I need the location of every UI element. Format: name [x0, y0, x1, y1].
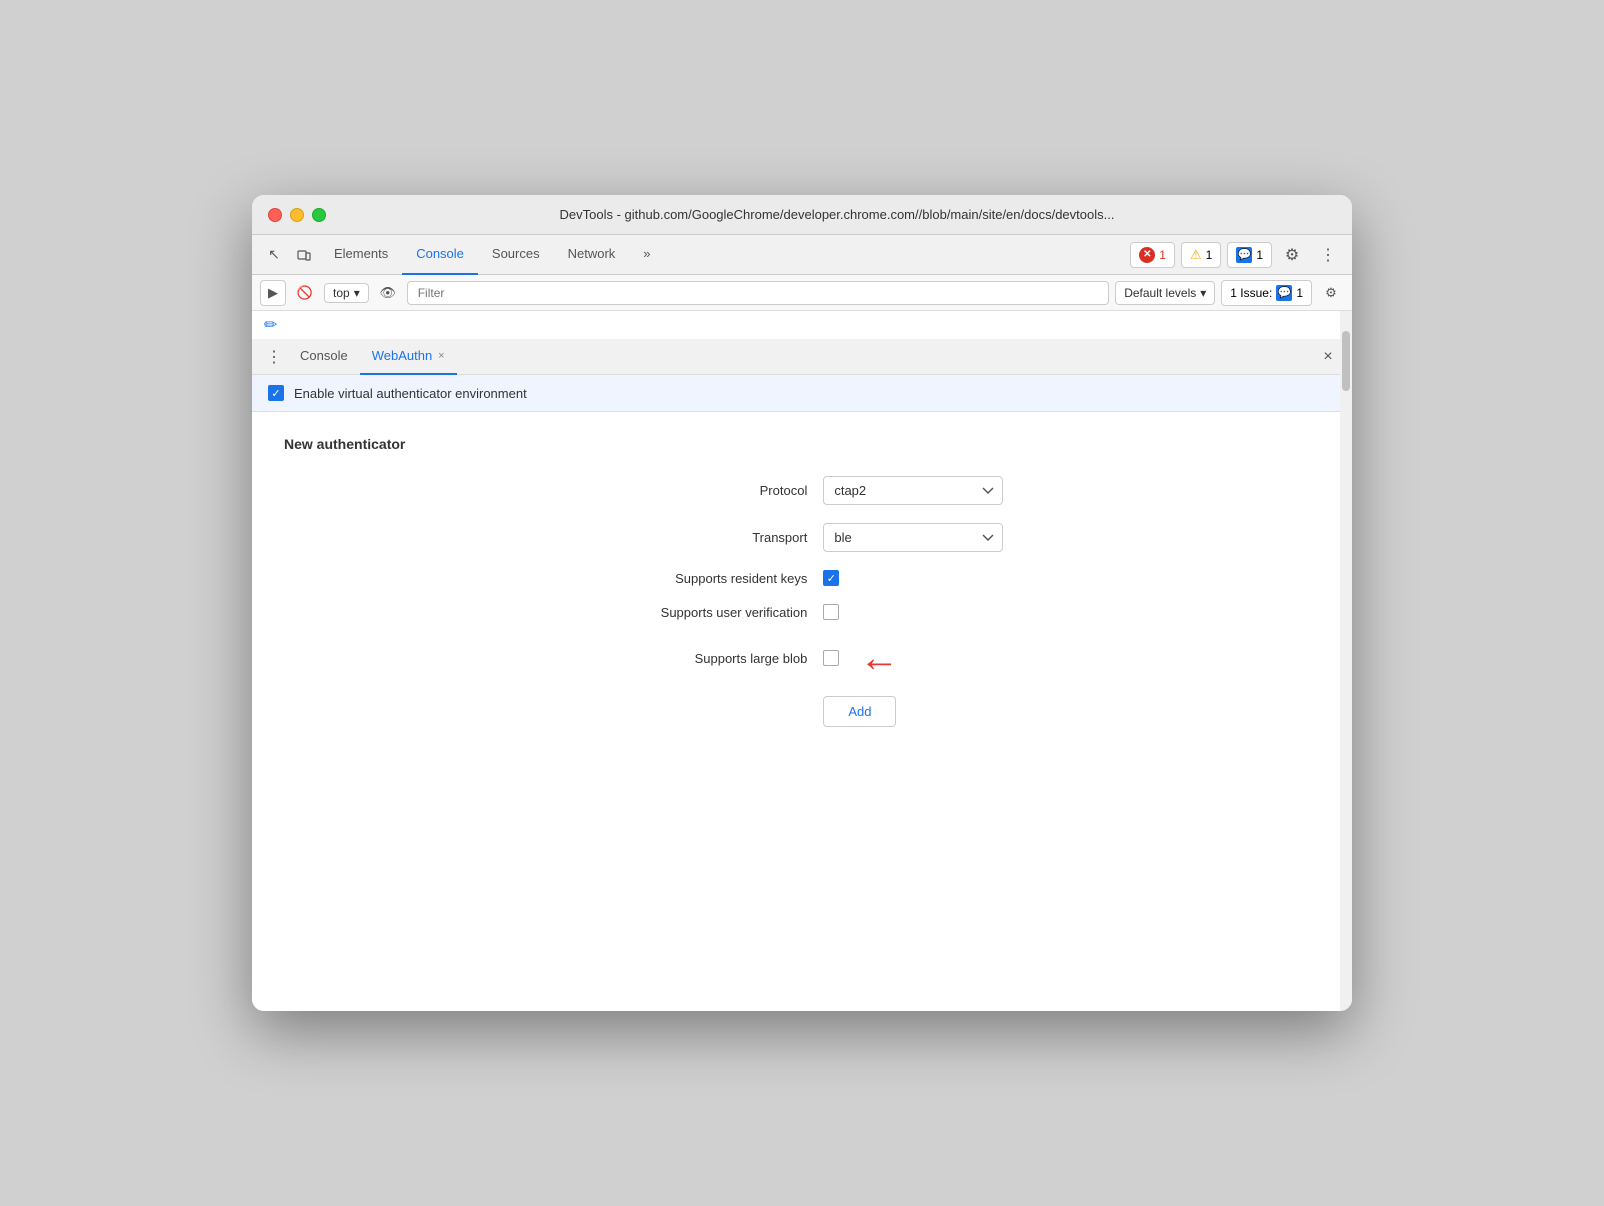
enable-checkbox-row: ✓ Enable virtual authenticator environme…	[252, 375, 1352, 412]
title-bar: DevTools - github.com/GoogleChrome/devel…	[252, 195, 1352, 235]
panel-close-icon[interactable]: ×	[1314, 343, 1342, 371]
tab-sources[interactable]: Sources	[478, 235, 554, 275]
red-arrow-icon: ←	[859, 638, 899, 678]
auth-section-title: New authenticator	[284, 436, 1320, 452]
levels-dropdown[interactable]: Default levels ▾	[1115, 281, 1215, 305]
tab-console[interactable]: Console	[402, 235, 478, 275]
add-button[interactable]: Add	[823, 696, 896, 727]
transport-label: Transport	[344, 530, 807, 545]
large-blob-checkbox[interactable]	[823, 650, 839, 666]
enable-label: Enable virtual authenticator environment	[294, 386, 527, 401]
warning-badge-button[interactable]: ⚠ 1	[1181, 242, 1221, 268]
cursor-icon[interactable]: ↖	[260, 241, 288, 269]
resident-keys-control: ✓	[823, 570, 1320, 586]
panel-tab-webauthn[interactable]: WebAuthn ×	[360, 339, 457, 375]
panel-tab-console-label: Console	[300, 348, 348, 363]
devtools-tab-bar: ↖ Elements Console Sources Network » ✕ 1	[252, 235, 1352, 275]
panel-tab-more-icon[interactable]: ⋮	[260, 343, 288, 371]
window-title: DevTools - github.com/GoogleChrome/devel…	[338, 207, 1336, 222]
scrollbar-track[interactable]	[1340, 311, 1352, 1011]
protocol-select[interactable]: ctap2 u2f	[823, 476, 1003, 505]
info-icon: 💬	[1236, 247, 1252, 263]
user-verification-control	[823, 604, 1320, 620]
panel-tab-close-icon[interactable]: ×	[438, 350, 444, 362]
clear-console-icon[interactable]: 🚫	[292, 280, 318, 306]
warning-icon: ⚠	[1190, 247, 1202, 263]
console-toolbar: ▶ 🚫 top ▾ 👁 Default levels ▾ 1 Issue: 💬 …	[252, 275, 1352, 311]
console-settings-icon[interactable]: ⚙	[1318, 280, 1344, 306]
transport-control: ble nfc usb internal	[823, 523, 1320, 552]
error-badge-button[interactable]: ✕ 1	[1130, 242, 1175, 268]
panel-tab-console[interactable]: Console	[288, 339, 360, 375]
new-authenticator-section: New authenticator Protocol ctap2 u2f Tra…	[252, 412, 1352, 751]
tab-more[interactable]: »	[629, 235, 664, 275]
drawer-hint: ✏	[252, 311, 1352, 339]
transport-select[interactable]: ble nfc usb internal	[823, 523, 1003, 552]
info-count: 1	[1256, 248, 1263, 262]
close-button[interactable]	[268, 208, 282, 222]
devtools-window: DevTools - github.com/GoogleChrome/devel…	[252, 195, 1352, 1011]
device-toggle-icon[interactable]	[290, 241, 318, 269]
auth-form: Protocol ctap2 u2f Transport ble nfc usb…	[344, 476, 1320, 727]
panel-tab-webauthn-label: WebAuthn	[372, 348, 432, 363]
chevron-down-icon: ▾	[354, 286, 360, 300]
issue-info-icon: 💬	[1276, 285, 1292, 301]
context-label: top	[333, 286, 350, 300]
levels-chevron-icon: ▾	[1200, 286, 1206, 300]
tabs-right-area: ✕ 1 ⚠ 1 💬 1 ⚙ ⋮	[1130, 241, 1344, 269]
user-verification-label: Supports user verification	[344, 605, 807, 620]
maximize-button[interactable]	[312, 208, 326, 222]
resident-keys-checkbox[interactable]: ✓	[823, 570, 839, 586]
eye-icon[interactable]: 👁	[375, 280, 401, 306]
protocol-label: Protocol	[344, 483, 807, 498]
panel-tab-bar: ⋮ Console WebAuthn × ×	[252, 339, 1352, 375]
user-verification-checkbox[interactable]	[823, 604, 839, 620]
large-blob-label: Supports large blob	[344, 651, 807, 666]
issue-badge-button[interactable]: 1 Issue: 💬 1	[1221, 280, 1312, 306]
protocol-control: ctap2 u2f	[823, 476, 1320, 505]
levels-label: Default levels	[1124, 286, 1196, 300]
resident-keys-label: Supports resident keys	[344, 571, 807, 586]
issue-label: 1 Issue:	[1230, 286, 1272, 300]
add-button-control: Add	[823, 696, 1320, 727]
error-icon: ✕	[1139, 247, 1155, 263]
error-count: 1	[1159, 248, 1166, 262]
settings-icon[interactable]: ⚙	[1278, 241, 1306, 269]
minimize-button[interactable]	[290, 208, 304, 222]
scrollbar-thumb[interactable]	[1342, 331, 1350, 391]
main-area: ✏ ⋮ Console WebAuthn × × ✓ Enable virtua…	[252, 311, 1352, 1011]
traffic-lights	[268, 208, 326, 222]
enable-checkbox[interactable]: ✓	[268, 385, 284, 401]
filter-input[interactable]	[407, 281, 1109, 305]
run-script-icon[interactable]: ▶	[260, 280, 286, 306]
info-badge-button[interactable]: 💬 1	[1227, 242, 1272, 268]
large-blob-control: ←	[823, 638, 1320, 678]
warning-count: 1	[1206, 248, 1213, 262]
pencil-icon: ✏	[264, 317, 277, 334]
more-options-icon[interactable]: ⋮	[1314, 241, 1342, 269]
context-selector[interactable]: top ▾	[324, 283, 369, 303]
issue-count: 1	[1296, 286, 1303, 300]
tab-network[interactable]: Network	[554, 235, 630, 275]
tab-elements[interactable]: Elements	[320, 235, 402, 275]
